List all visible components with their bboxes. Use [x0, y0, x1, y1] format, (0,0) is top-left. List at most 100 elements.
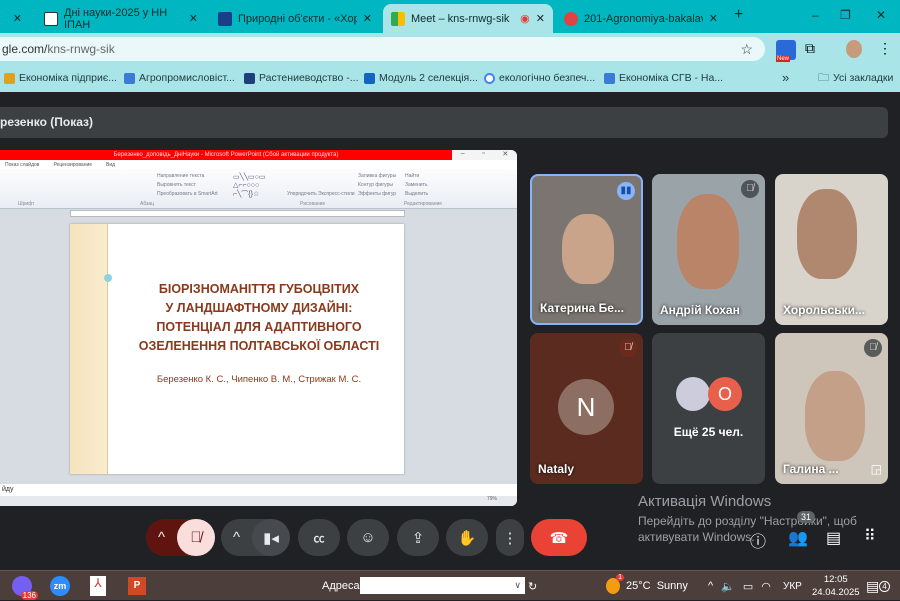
close-tab-icon[interactable]: ✕	[536, 12, 545, 25]
tab-dni-nauky[interactable]: Дні науки-2025 у НН ІПАН ✕	[36, 4, 206, 33]
pdf-app[interactable]: ⅄	[90, 571, 106, 601]
ribbon-tab: Показ слайдов	[5, 161, 40, 168]
weather-widget[interactable]: 1 25°C Sunny	[606, 571, 688, 601]
raise-hand-button[interactable]: ✋	[446, 519, 488, 556]
captions-button[interactable]: ㏄	[298, 519, 340, 556]
more-participants-label: Ещё 25 чел.	[673, 425, 744, 439]
video-feed	[562, 214, 614, 284]
restore-button[interactable]: ❐	[840, 8, 851, 22]
all-bookmarks-button[interactable]: 🗀 Усі закладки	[818, 69, 893, 88]
bookmark-item[interactable]: екологічно безпеч...	[484, 72, 595, 84]
ribbon-item: Упорядочить	[287, 191, 317, 197]
profile-avatar[interactable]	[846, 40, 862, 58]
pip-icon[interactable]: ◲	[871, 462, 882, 476]
ppt-window-controls: – ▫ ✕	[452, 150, 517, 160]
bookmark-item[interactable]: Модуль 2 селекція...	[364, 72, 478, 84]
close-tab-icon[interactable]: ✕	[189, 12, 198, 25]
ribbon-group-label: Рисование	[300, 201, 326, 207]
shared-screen: Березенко_доповідь_ДніНауки - Microsoft …	[0, 150, 517, 506]
ribbon-item: Заменить	[405, 182, 428, 188]
people-icon[interactable]: 👥	[788, 528, 808, 548]
close-window-button[interactable]: ✕	[876, 8, 886, 22]
ribbon-item: Эффекты фигур	[358, 191, 397, 197]
slide-title: БІОРІЗНОМАНІТТЯ ГУБОЦВІТИХ У ЛАНДШАФТНОМ…	[114, 280, 404, 356]
system-tray[interactable]: ^ 🔈 ▭ ◠	[708, 571, 771, 601]
ribbon-group-label: Абзац	[140, 201, 155, 207]
new-tab-button[interactable]: +	[734, 6, 743, 24]
ppt-ribbon-tabs: Показ слайдов Рецензирование Вид	[0, 160, 517, 169]
chat-icon[interactable]: ▤	[826, 528, 841, 548]
slide-title-line: ПОТЕНЦІАЛ ДЛЯ АДАПТИВНОГО	[156, 320, 362, 334]
taskbar-address-input[interactable]: ∨	[360, 577, 525, 594]
viber-icon: 136	[12, 576, 38, 600]
meet-favicon-icon	[391, 11, 405, 26]
ppt-title-bar: Березенко_доповідь_ДніНауки - Microsoft …	[0, 150, 452, 160]
leave-call-button[interactable]: ☎	[531, 519, 587, 556]
tray-chevron-icon[interactable]: ^	[708, 580, 713, 592]
participant-name: Галина ...	[783, 462, 839, 476]
bookmarks-bar: Економіка підприє... Агропромисловіст...…	[0, 64, 900, 92]
windows-activation-title: Активація Windows	[638, 493, 772, 510]
tab-pryrodni-obiekty[interactable]: Природні об'єкти - «Хорол✕	[210, 4, 380, 33]
participant-tile[interactable]: ▮▮ Катерина Бе...	[530, 174, 643, 325]
bookmark-item[interactable]: Економіка СГВ - На...	[604, 72, 723, 84]
bookmark-item[interactable]: Агропромисловіст...	[124, 72, 235, 84]
participant-tile[interactable]: Хорольськи...	[775, 174, 888, 325]
more-options-button[interactable]: ⋮	[496, 519, 524, 556]
extensions-puzzle-icon[interactable]: ⧉	[805, 40, 815, 57]
mic-off-icon: 🎙̸	[619, 339, 637, 357]
mic-toggle-button[interactable]: 🎙̸	[177, 519, 215, 556]
ppt-status-bar: 79%	[0, 496, 517, 506]
more-participants-tile[interactable]: O Ещё 25 чел.	[652, 333, 765, 484]
participant-tile[interactable]: 🎙̸ Андрій Кохан	[652, 174, 765, 325]
camera-toggle-button[interactable]: ▮◂	[252, 519, 290, 556]
close-tab-icon[interactable]: ✕	[709, 12, 718, 25]
bookmarks-more-button[interactable]: »	[782, 70, 789, 85]
extension-icon[interactable]: New	[776, 40, 796, 62]
taskbar: 136 zm ⅄ P Адреса ∨ ↻ 1 25°C Sunny ^ 🔈 ▭ ◠ У…	[0, 570, 900, 600]
powerpoint-icon: P	[128, 577, 146, 595]
video-feed	[805, 371, 865, 461]
bookmark-star-icon[interactable]: ☆	[740, 37, 753, 61]
ribbon-group-label: Редактирование	[404, 201, 443, 207]
tab-agronomiya[interactable]: 201-Agronomiya-bakalavr.2✕	[556, 4, 726, 33]
browser-tab-bar: ✕ Дні науки-2025 у НН ІПАН ✕ Природні об'…	[0, 0, 900, 33]
powerpoint-app[interactable]: P	[128, 571, 146, 601]
video-feed	[677, 194, 739, 289]
slide-authors: Березенко К. С., Чипенко В. М., Стрижак …	[156, 374, 362, 385]
pdf-icon: ⅄	[90, 576, 106, 596]
participant-tile[interactable]: 🎙̸ Галина ... ◲	[775, 333, 888, 484]
participant-tile[interactable]: N 🎙̸ Nataly	[530, 333, 643, 484]
close-tab-icon[interactable]: ✕	[363, 12, 372, 25]
viber-app[interactable]: 136	[12, 571, 38, 601]
mic-off-icon: 🎙̸	[741, 180, 759, 198]
tab-close-partial[interactable]: ✕	[0, 4, 30, 33]
bookmark-item[interactable]: Растениеводство -...	[244, 72, 359, 84]
wifi-icon[interactable]: ◠	[761, 580, 771, 593]
battery-icon[interactable]: ▭	[743, 580, 753, 593]
emoji-reactions-button[interactable]: ☺	[347, 519, 389, 556]
speaking-indicator-icon: ▮▮	[617, 182, 635, 200]
favicon-icon	[44, 11, 58, 26]
bookmark-icon	[4, 72, 15, 84]
video-feed	[797, 189, 857, 279]
meeting-info-icon[interactable]: ⓘ	[750, 528, 766, 552]
volume-icon[interactable]: 🔈	[721, 580, 735, 593]
bookmark-item[interactable]: Економіка підприє...	[4, 72, 117, 84]
address-toolbar-label: Адреса	[322, 580, 360, 592]
activities-icon[interactable]: ⠿	[864, 526, 876, 546]
clock[interactable]: 12:05 24.04.2025	[812, 571, 860, 601]
url-bar[interactable]: gle.com/kns-rnwg-sik ☆	[0, 37, 765, 61]
minimize-button[interactable]: –	[812, 8, 819, 22]
refresh-icon[interactable]: ↻	[528, 571, 537, 601]
tab-meet[interactable]: Meet – kns-rnwg-sik ◉ ✕	[383, 4, 553, 33]
zoom-app[interactable]: zm	[50, 571, 70, 601]
language-indicator[interactable]: УКР	[783, 571, 802, 601]
notifications-icon[interactable]: ▤ 4	[866, 571, 890, 601]
globe-icon	[564, 11, 578, 26]
ruler	[70, 210, 405, 217]
present-screen-button[interactable]: ⇪	[397, 519, 439, 556]
ribbon-item: Контур фигуры	[358, 182, 393, 188]
participant-name: Катерина Бе...	[540, 301, 624, 315]
menu-kebab-icon[interactable]: ⋮	[878, 40, 892, 57]
